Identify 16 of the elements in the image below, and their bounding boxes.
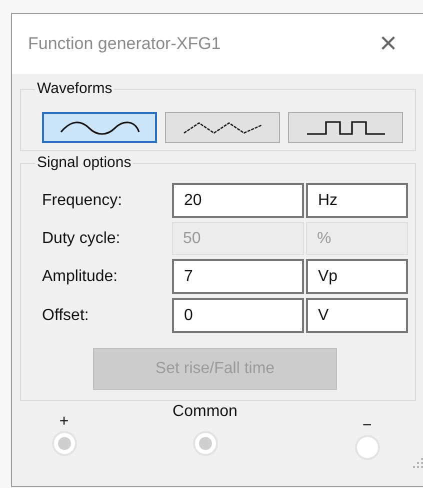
window-title: Function generator-XFG1 xyxy=(28,33,221,56)
terminal-label: − xyxy=(362,417,372,435)
value-field[interactable]: 7 xyxy=(172,259,304,294)
group-title: Signal options xyxy=(35,153,134,173)
field-label: Frequency: xyxy=(42,190,124,210)
terminal-label: Common xyxy=(172,403,238,421)
terminal-label: + xyxy=(59,413,69,431)
unit-field[interactable]: V xyxy=(306,298,408,333)
field-label: Offset: xyxy=(42,306,90,326)
unit-field[interactable]: Hz xyxy=(306,183,408,218)
value-field[interactable]: 0 xyxy=(172,298,304,333)
field-label: Amplitude: xyxy=(42,266,119,286)
value-field[interactable]: 20 xyxy=(172,183,304,218)
unit-field[interactable]: Vp xyxy=(306,259,408,294)
field-label: Duty cycle: xyxy=(42,228,122,248)
close-button[interactable]: × xyxy=(379,29,397,59)
